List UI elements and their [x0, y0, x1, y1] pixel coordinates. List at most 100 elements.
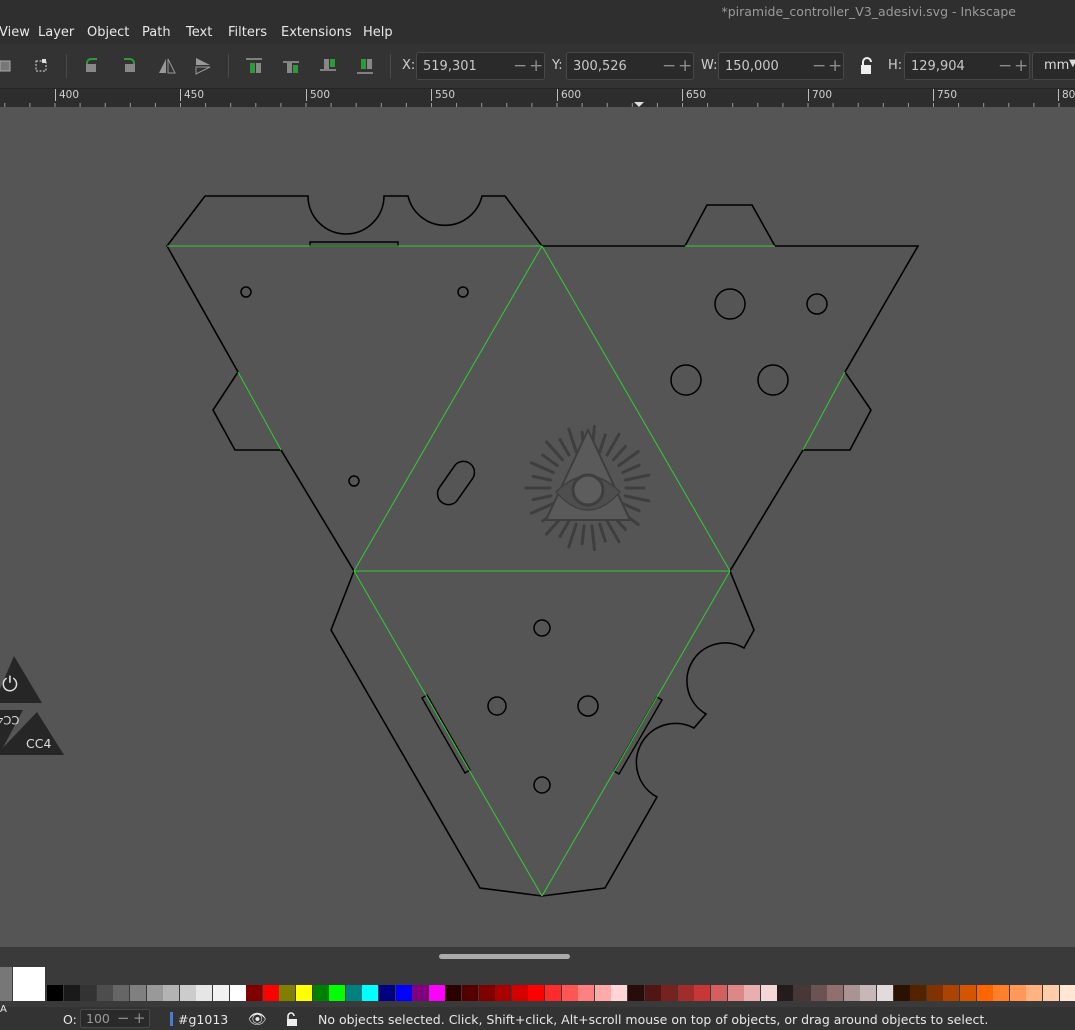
- palette-swatch[interactable]: [561, 985, 578, 1001]
- visibility-eye-icon[interactable]: 👁: [248, 1010, 267, 1028]
- menu-object[interactable]: Object: [87, 25, 129, 40]
- scrollbar-thumb[interactable]: [439, 954, 570, 959]
- w-decrement-button[interactable]: −: [812, 56, 826, 76]
- palette-swatch[interactable]: [395, 985, 412, 1001]
- opacity-decrement-button[interactable]: −: [117, 1009, 130, 1027]
- palette-swatch[interactable]: [279, 985, 296, 1001]
- h-increment-button[interactable]: +: [1014, 56, 1028, 76]
- palette-swatch[interactable]: [179, 985, 196, 1001]
- palette-swatch[interactable]: [1026, 985, 1043, 1001]
- drawing-canvas[interactable]: ⏻ CC4 CC4: [0, 107, 1075, 947]
- palette-swatch[interactable]: [113, 985, 130, 1001]
- palette-swatch[interactable]: [843, 985, 860, 1001]
- menu-extensions[interactable]: Extensions: [281, 25, 352, 40]
- palette-swatch[interactable]: [760, 985, 777, 1001]
- menu-layer[interactable]: Layer: [38, 25, 74, 40]
- select-all-icon[interactable]: [0, 54, 18, 78]
- raise-to-top-icon[interactable]: [242, 54, 266, 78]
- lower-icon[interactable]: [316, 54, 340, 78]
- palette-swatch[interactable]: [1009, 985, 1026, 1001]
- palette-swatch[interactable]: [462, 985, 478, 1001]
- horizontal-scrollbar[interactable]: [0, 947, 1075, 967]
- x-increment-button[interactable]: +: [529, 56, 543, 76]
- palette-swatch[interactable]: [196, 985, 213, 1001]
- palette-swatch[interactable]: [943, 985, 960, 1001]
- h-input[interactable]: [911, 57, 991, 75]
- palette-swatch[interactable]: [694, 985, 711, 1001]
- palette-swatch[interactable]: [611, 985, 628, 1001]
- palette-swatch[interactable]: [827, 985, 844, 1001]
- current-layer[interactable]: #g1013: [178, 1012, 228, 1027]
- w-increment-button[interactable]: +: [828, 56, 842, 76]
- palette-swatch[interactable]: [744, 985, 761, 1001]
- palette-swatch[interactable]: [80, 985, 97, 1001]
- palette-swatch[interactable]: [345, 985, 362, 1001]
- palette-swatch[interactable]: [445, 985, 462, 1001]
- palette-swatch[interactable]: [428, 985, 445, 1001]
- y-increment-button[interactable]: +: [678, 56, 692, 76]
- palette-swatch[interactable]: [478, 985, 495, 1001]
- palette-swatch[interactable]: [296, 985, 312, 1001]
- lock-proportions-icon[interactable]: [855, 54, 879, 78]
- palette-swatch[interactable]: [495, 985, 512, 1001]
- palette-swatch[interactable]: [727, 985, 744, 1001]
- opacity-field[interactable]: 100 − +: [80, 1009, 150, 1028]
- palette-swatch[interactable]: [47, 985, 63, 1001]
- palette-swatch[interactable]: [412, 985, 429, 1001]
- rotate-ccw-icon[interactable]: [80, 54, 104, 78]
- palette-swatch[interactable]: [644, 985, 661, 1001]
- palette-swatch[interactable]: [213, 985, 229, 1001]
- menu-view[interactable]: View: [0, 25, 30, 40]
- flip-horizontal-icon[interactable]: [155, 54, 179, 78]
- flip-vertical-icon[interactable]: [191, 54, 215, 78]
- opacity-increment-button[interactable]: +: [133, 1009, 146, 1027]
- palette-swatch[interactable]: [379, 985, 395, 1001]
- palette-swatch[interactable]: [677, 985, 694, 1001]
- rotate-cw-icon[interactable]: [117, 54, 141, 78]
- palette-swatch[interactable]: [711, 985, 727, 1001]
- stroke-indicator-swatch[interactable]: [0, 967, 12, 1001]
- palette-swatch[interactable]: [1043, 985, 1059, 1001]
- palette-swatch[interactable]: [528, 985, 545, 1001]
- y-input[interactable]: [573, 57, 653, 75]
- units-select[interactable]: mm ▼: [1032, 52, 1075, 80]
- raise-icon[interactable]: [279, 54, 303, 78]
- palette-swatch[interactable]: [777, 985, 794, 1001]
- palette-swatch[interactable]: [511, 985, 528, 1001]
- palette-swatch[interactable]: [661, 985, 678, 1001]
- palette-swatch[interactable]: [976, 985, 993, 1001]
- y-decrement-button[interactable]: −: [662, 56, 676, 76]
- palette-swatch[interactable]: [860, 985, 877, 1001]
- h-field[interactable]: − +: [904, 52, 1030, 80]
- palette-swatch[interactable]: [910, 985, 927, 1001]
- palette-swatch[interactable]: [877, 985, 893, 1001]
- palette-swatch[interactable]: [362, 985, 379, 1001]
- palette-swatch[interactable]: [545, 985, 561, 1001]
- w-field[interactable]: − +: [718, 52, 844, 80]
- palette-swatch[interactable]: [993, 985, 1010, 1001]
- palette-swatch[interactable]: [130, 985, 146, 1001]
- menu-path[interactable]: Path: [142, 25, 171, 40]
- fill-indicator-swatch[interactable]: [13, 967, 45, 1001]
- layer-lock-icon[interactable]: [284, 1011, 300, 1030]
- menu-help[interactable]: Help: [363, 25, 393, 40]
- palette-swatch[interactable]: [96, 985, 113, 1001]
- palette-swatch[interactable]: [329, 985, 346, 1001]
- palette-swatch[interactable]: [578, 985, 595, 1001]
- h-decrement-button[interactable]: −: [998, 56, 1012, 76]
- palette-swatch[interactable]: [262, 985, 279, 1001]
- palette-swatch[interactable]: [628, 985, 644, 1001]
- palette-swatch[interactable]: [893, 985, 910, 1001]
- menu-filters[interactable]: Filters: [228, 25, 267, 40]
- horizontal-ruler[interactable]: 400 450 500 550 600 650 700 750 80: [0, 89, 1075, 108]
- palette-swatch[interactable]: [163, 985, 180, 1001]
- palette-swatch[interactable]: [63, 985, 80, 1001]
- palette-swatch[interactable]: [810, 985, 827, 1001]
- palette-swatch[interactable]: [594, 985, 611, 1001]
- lower-to-bottom-icon[interactable]: [353, 54, 377, 78]
- palette-swatch[interactable]: [229, 985, 246, 1001]
- palette-swatch[interactable]: [246, 985, 263, 1001]
- palette-swatch[interactable]: [794, 985, 810, 1001]
- palette-swatch[interactable]: [146, 985, 163, 1001]
- palette-swatch[interactable]: [312, 985, 329, 1001]
